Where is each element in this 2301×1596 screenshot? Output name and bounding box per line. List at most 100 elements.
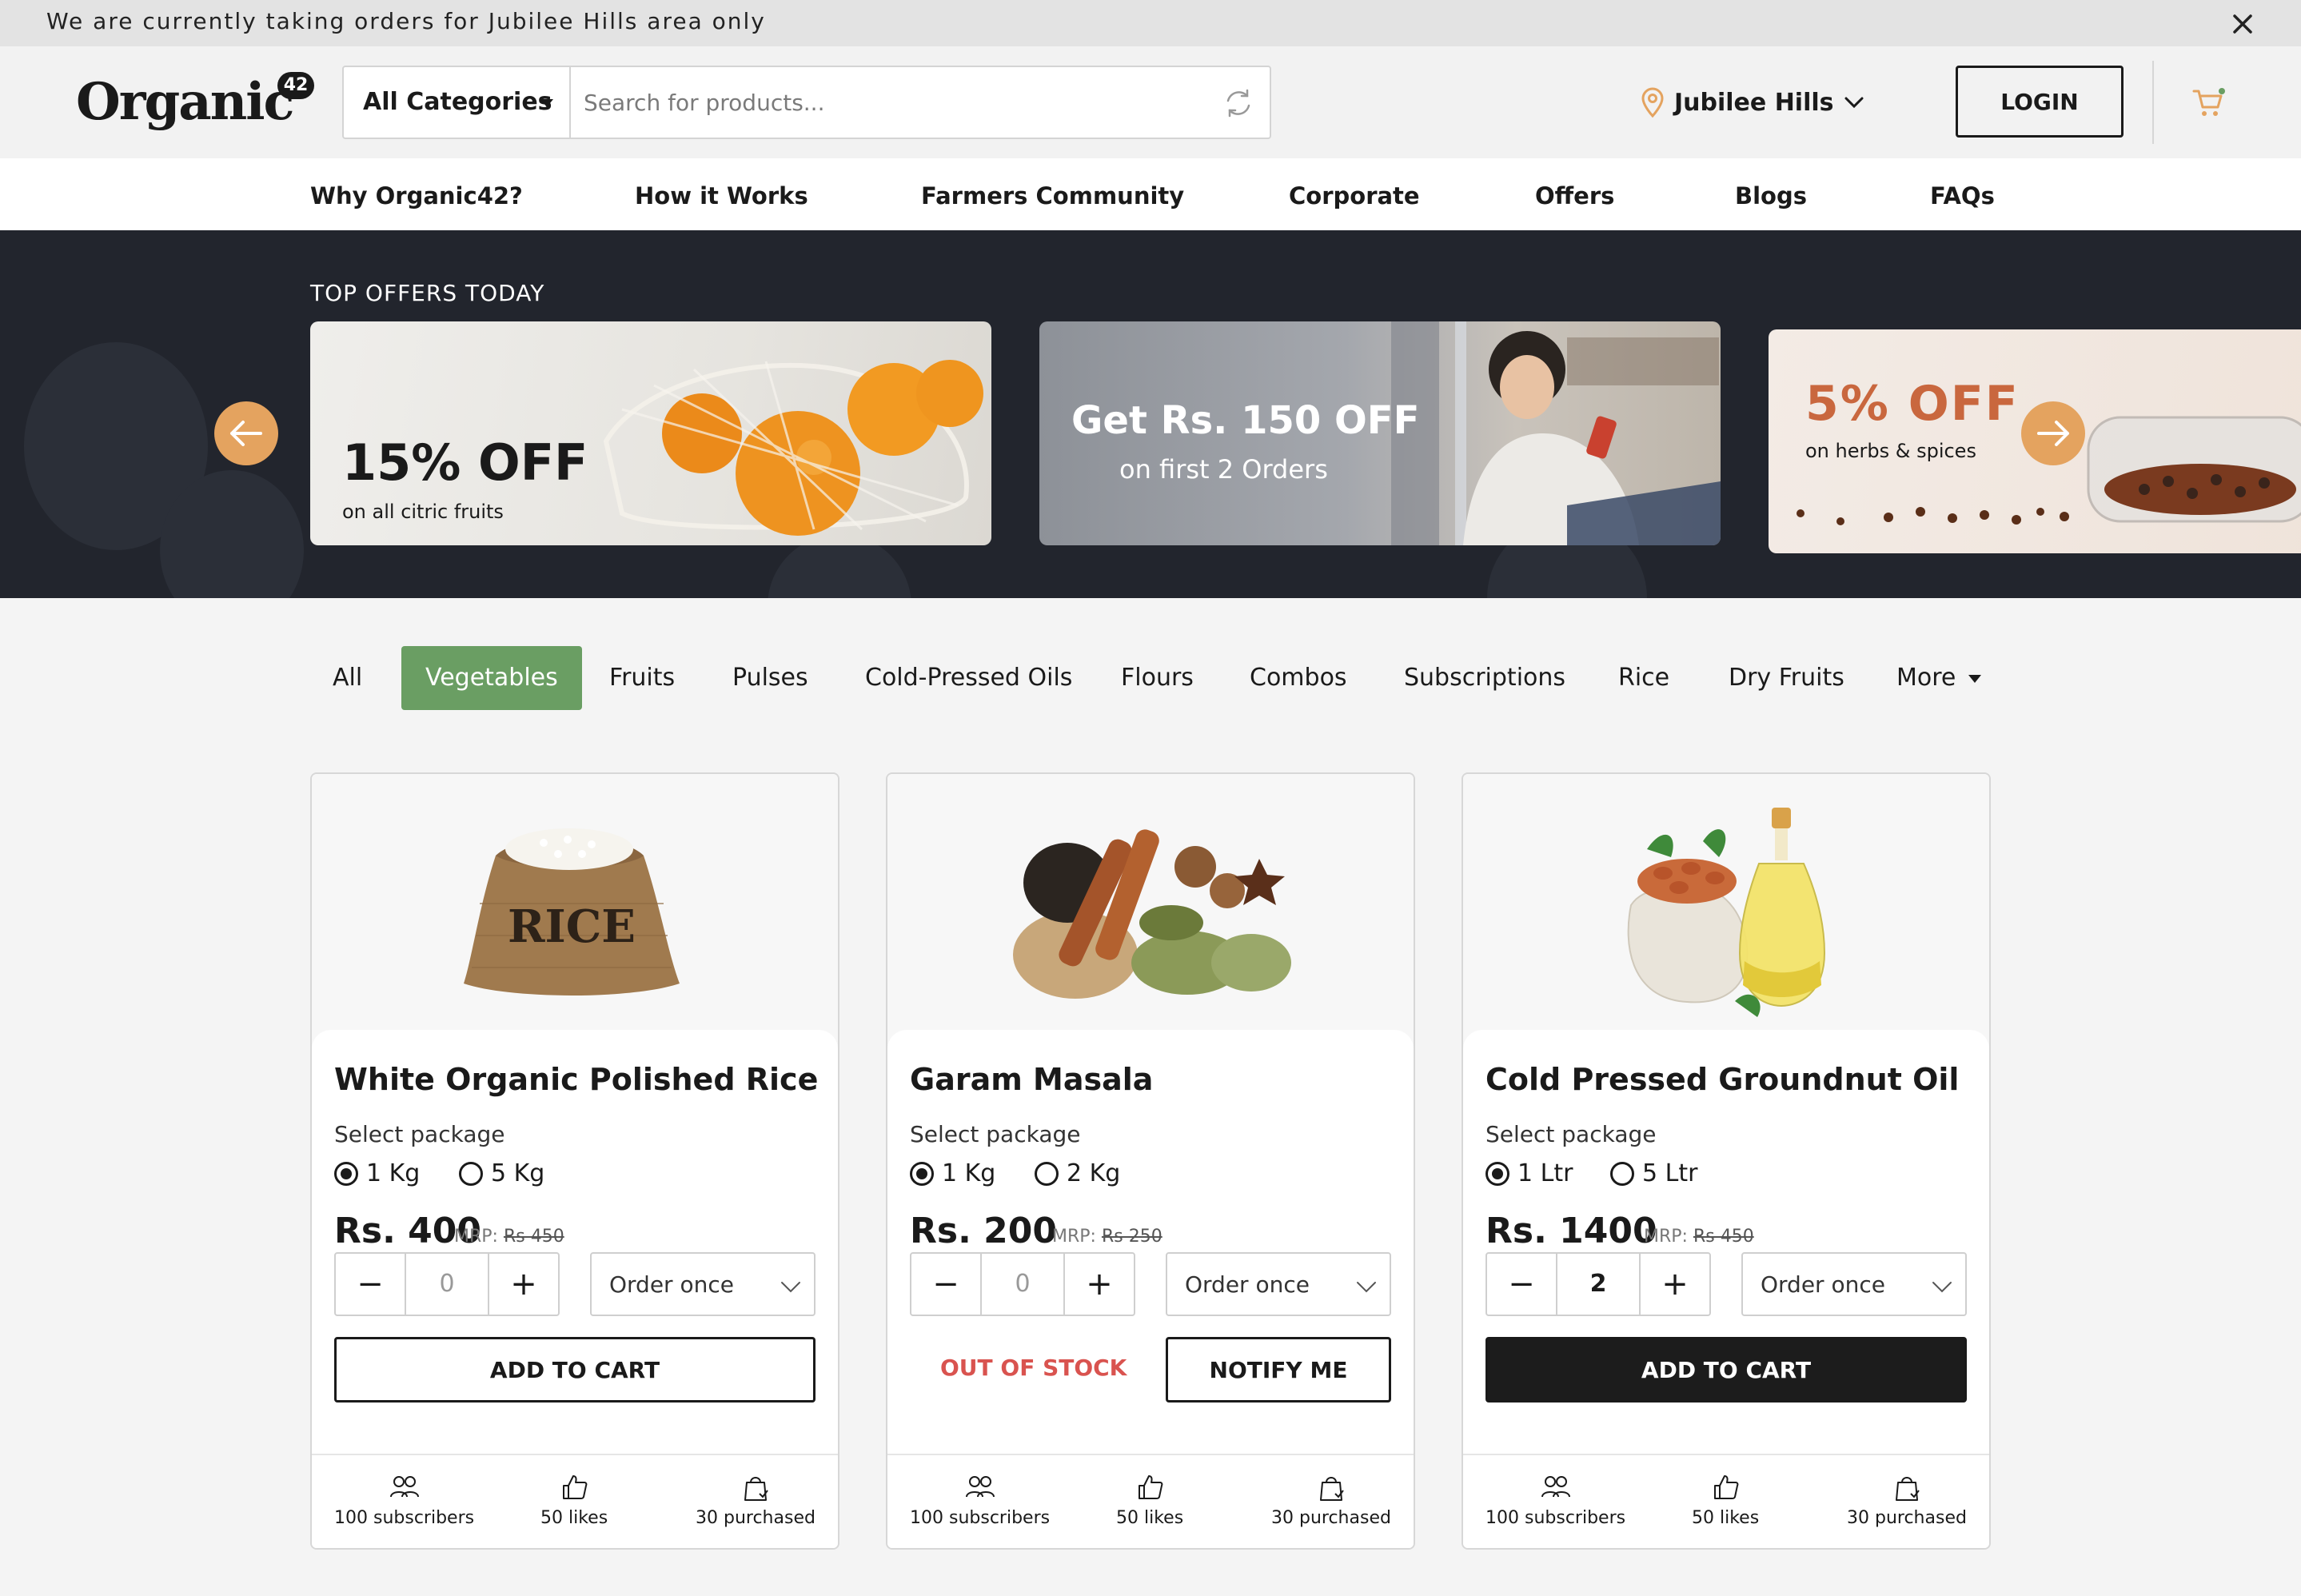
frequency-label: Order once <box>609 1271 734 1298</box>
nav-why-organic42[interactable]: Why Organic42? <box>310 182 523 209</box>
offer-card-first-orders[interactable]: Get Rs. 150 OFF on first 2 Orders <box>1039 321 1721 545</box>
purchased-stat: 30 purchased <box>1847 1471 1967 1528</box>
tab-more[interactable]: More <box>1896 646 1982 710</box>
mrp-label: MRP: <box>1052 1227 1096 1247</box>
quantity-stepper: − 0 + <box>334 1252 560 1316</box>
quantity-value[interactable]: 2 <box>1556 1254 1641 1315</box>
plus-button[interactable]: + <box>1641 1254 1709 1315</box>
offer-headline: Get Rs. 150 OFF <box>1071 398 1420 443</box>
product-stats: 100 subscribers 50 likes 30 purchased <box>1463 1454 1989 1548</box>
package-option-1ltr[interactable]: 1 Ltr <box>1485 1159 1573 1187</box>
package-option-1kg[interactable]: 1 Kg <box>334 1159 420 1187</box>
product-name: Cold Pressed Groundnut Oil <box>1485 1062 1960 1097</box>
main-nav: Why Organic42? How it Works Farmers Comm… <box>0 158 2301 230</box>
product-name: Garam Masala <box>910 1062 1154 1097</box>
package-option-label: 1 Kg <box>366 1159 421 1187</box>
groundnut-oil-image <box>1627 808 1826 1017</box>
package-option-2kg[interactable]: 2 Kg <box>1035 1159 1120 1187</box>
frequency-label: Order once <box>1185 1271 1310 1298</box>
purchased-count: 30 purchased <box>1271 1508 1391 1528</box>
category-select[interactable]: All Categories <box>344 67 571 138</box>
package-option-label: 5 Ltr <box>1642 1159 1698 1187</box>
subscribers-count: 100 subscribers <box>334 1508 475 1528</box>
package-option-5kg[interactable]: 5 Kg <box>459 1159 544 1187</box>
package-option-label: 1 Kg <box>942 1159 996 1187</box>
radio-selected-icon <box>334 1161 358 1186</box>
refresh-icon[interactable] <box>1222 86 1255 120</box>
close-icon[interactable] <box>2225 6 2260 42</box>
likes-stat: 50 likes <box>1116 1471 1183 1528</box>
header: Organic 42 All Categories Jubilee Hills … <box>0 46 2301 158</box>
frequency-select[interactable]: Order once <box>1166 1252 1391 1316</box>
frequency-select[interactable]: Order once <box>590 1252 816 1316</box>
plus-button[interactable]: + <box>1065 1254 1134 1315</box>
minus-button[interactable]: − <box>1487 1254 1556 1315</box>
likes-count: 50 likes <box>540 1508 608 1528</box>
nav-corporate[interactable]: Corporate <box>1289 182 1420 209</box>
product-stats: 100 subscribers 50 likes 30 purchased <box>887 1454 1414 1548</box>
offer-card-citrus[interactable]: 15% OFF on all citric fruits <box>310 321 991 545</box>
users-icon <box>389 1476 419 1498</box>
tab-subscriptions[interactable]: Subscriptions <box>1404 646 1565 710</box>
frequency-select[interactable]: Order once <box>1741 1252 1967 1316</box>
search-bar: All Categories <box>342 66 1271 139</box>
product-mrp: MRP: Rs 450 <box>454 1227 564 1247</box>
carousel-next-button[interactable] <box>2021 401 2085 465</box>
nav-farmers-community[interactable]: Farmers Community <box>921 182 1184 209</box>
package-option-1kg[interactable]: 1 Kg <box>910 1159 995 1187</box>
product-image[interactable]: RICE <box>312 774 838 1030</box>
tab-rice[interactable]: Rice <box>1618 646 1669 710</box>
package-option-5ltr[interactable]: 5 Ltr <box>1610 1159 1697 1187</box>
product-image[interactable] <box>1463 774 1989 1030</box>
product-image[interactable] <box>887 774 1414 1030</box>
tab-cold-pressed-oils[interactable]: Cold-Pressed Oils <box>865 646 1072 710</box>
nav-blogs[interactable]: Blogs <box>1735 182 1807 209</box>
rice-sack-label: RICE <box>508 900 636 953</box>
product-card: Cold Pressed Groundnut Oil Select packag… <box>1462 772 1991 1550</box>
mrp-value: Rs 250 <box>1101 1227 1162 1247</box>
product-price: Rs. 1400 <box>1485 1211 1657 1251</box>
carousel-prev-button[interactable] <box>214 401 278 465</box>
nav-offers[interactable]: Offers <box>1535 182 1614 209</box>
chevron-down-icon <box>1844 97 1864 109</box>
rice-sack-image: RICE <box>464 828 680 996</box>
search-input[interactable] <box>584 80 1207 125</box>
quantity-stepper: − 0 + <box>910 1252 1135 1316</box>
tab-dry-fruits[interactable]: Dry Fruits <box>1729 646 1844 710</box>
add-to-cart-button[interactable]: ADD TO CART <box>1485 1337 1967 1402</box>
subscribers-count: 100 subscribers <box>910 1508 1051 1528</box>
tab-vegetables[interactable]: Vegetables <box>401 646 582 710</box>
tab-fruits[interactable]: Fruits <box>609 646 675 710</box>
product-price: Rs. 200 <box>910 1211 1057 1251</box>
plus-button[interactable]: + <box>489 1254 558 1315</box>
add-to-cart-button[interactable]: ADD TO CART <box>334 1337 816 1402</box>
offer-headline: 5% OFF <box>1805 376 2020 432</box>
tab-pulses[interactable]: Pulses <box>732 646 808 710</box>
quantity-value[interactable]: 0 <box>405 1254 489 1315</box>
notify-me-button[interactable]: NOTIFY ME <box>1166 1337 1391 1402</box>
login-button[interactable]: LOGIN <box>1956 66 2124 138</box>
purchased-count: 30 purchased <box>1847 1508 1967 1528</box>
minus-button[interactable]: − <box>336 1254 405 1315</box>
thumbs-up-icon <box>1139 1475 1163 1499</box>
product-mrp: MRP: Rs 250 <box>1052 1227 1162 1247</box>
announcement-bar: We are currently taking orders for Jubil… <box>0 0 2301 46</box>
tab-flours[interactable]: Flours <box>1121 646 1194 710</box>
quantity-stepper: − 2 + <box>1485 1252 1711 1316</box>
radio-selected-icon <box>1485 1161 1509 1186</box>
announcement-text: We are currently taking orders for Jubil… <box>46 8 766 34</box>
shopping-bag-icon <box>1319 1477 1344 1501</box>
nav-faqs[interactable]: FAQs <box>1930 182 1995 209</box>
tab-combos[interactable]: Combos <box>1250 646 1347 710</box>
quantity-value[interactable]: 0 <box>980 1254 1065 1315</box>
minus-button[interactable]: − <box>911 1254 980 1315</box>
tab-all[interactable]: All <box>333 646 362 710</box>
nav-how-it-works[interactable]: How it Works <box>635 182 808 209</box>
mrp-value: Rs 450 <box>503 1227 564 1247</box>
location-selector[interactable]: Jubilee Hills <box>1639 85 1866 120</box>
purchased-stat: 30 purchased <box>696 1471 816 1528</box>
offer-subtext: on herbs & spices <box>1805 440 1976 462</box>
logo[interactable]: Organic 42 <box>76 70 314 134</box>
cart-icon[interactable] <box>2189 85 2227 120</box>
thumbs-up-icon <box>563 1475 588 1499</box>
